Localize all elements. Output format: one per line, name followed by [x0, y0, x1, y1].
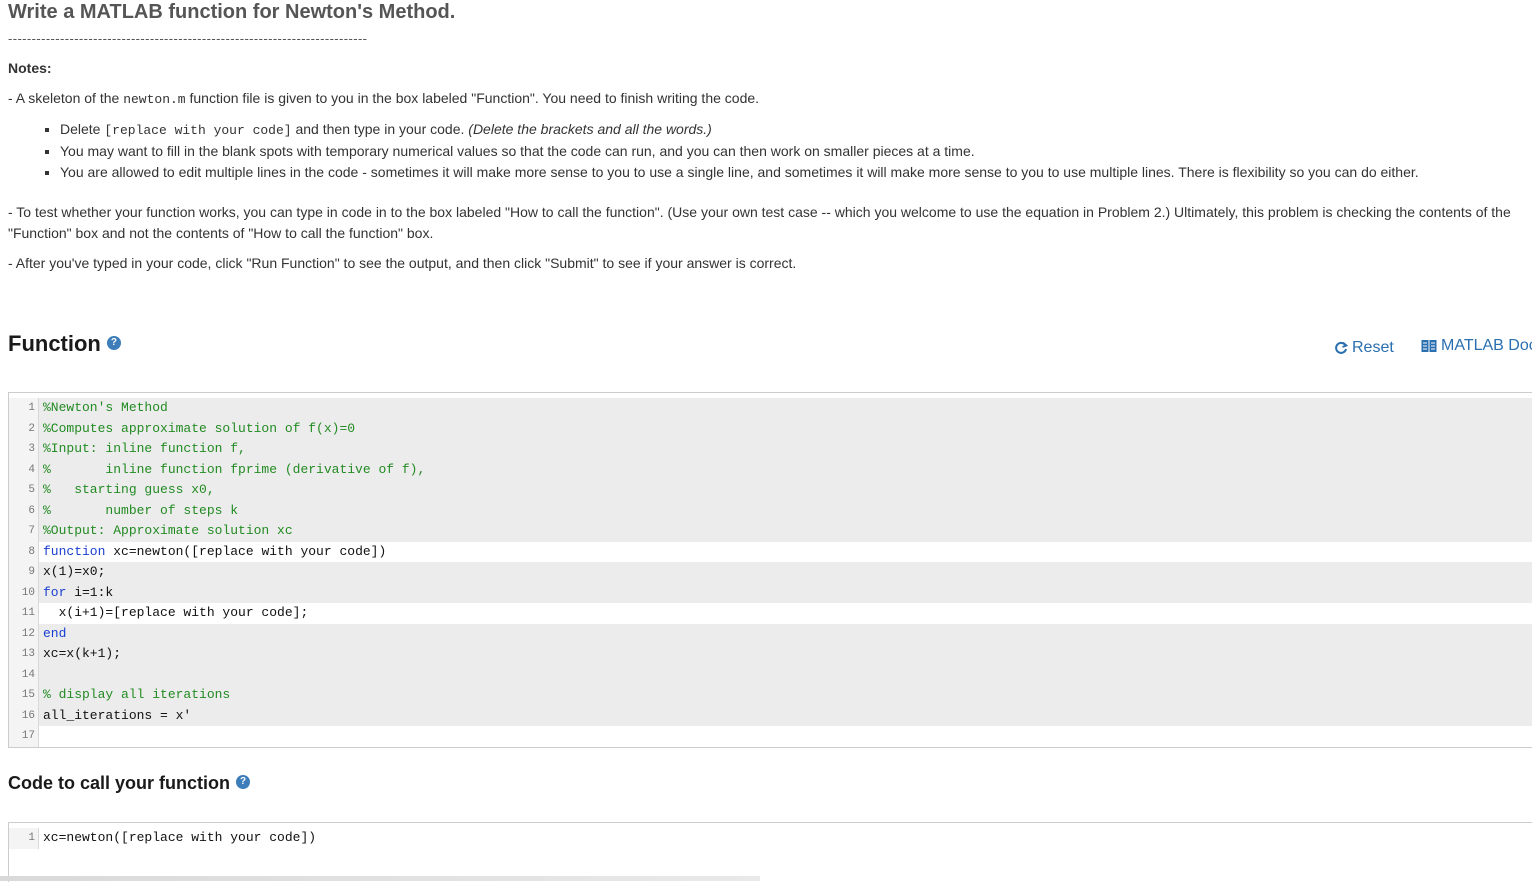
code-text: % starting guess x0,: [39, 480, 1532, 501]
code-content: xc=newton([replace with your code]): [43, 830, 317, 845]
code-text: % number of steps k: [39, 501, 1532, 522]
line-number: 1: [9, 828, 39, 849]
title-divider: ----------------------------------------…: [8, 31, 368, 46]
code-line: 10 for i=1:k: [9, 582, 1532, 604]
matlab-doc-button[interactable]: MATLAB Doc: [1421, 337, 1532, 355]
code-text: end: [39, 624, 1532, 645]
code-line: 9 x(1)=x0;: [9, 562, 1532, 583]
code-text: %Computes approximate solution of f(x)=0: [39, 419, 1532, 440]
code-line: 5 % starting guess x0,: [9, 480, 1532, 501]
code-content: all_iterations = x': [43, 707, 192, 723]
code-content: xc=newton([replace with your code]): [105, 543, 387, 559]
code-content: % starting guess x0,: [43, 482, 215, 497]
code-line: 6% number of steps k: [9, 500, 1532, 522]
code-content: xc=x(k+1);: [43, 646, 122, 661]
bullet-item: You may want to fill in the blank spots …: [60, 141, 1419, 162]
code-text: %Newton's Method: [39, 398, 1532, 419]
book-icon: [1421, 340, 1437, 352]
line-number: 6: [9, 500, 39, 521]
note-bullets: Delete [replace with your code] and then…: [38, 119, 1419, 183]
line-number: 4: [9, 459, 39, 480]
code-line[interactable]: 17: [9, 726, 1532, 747]
code-text: x(1)=x0;: [39, 562, 1532, 583]
keyword: function: [43, 543, 106, 559]
code-line: 13 xc=x(k+1);: [9, 644, 1532, 665]
notes-label: Notes:: [8, 60, 52, 76]
code-text[interactable]: [39, 726, 1532, 747]
code-content: % inline function fprime (derivative of …: [43, 461, 426, 477]
call-section-title: Code to call your function?: [8, 773, 251, 794]
question-circle-icon[interactable]: ?: [236, 775, 251, 790]
keyword: end: [43, 625, 67, 641]
code-line[interactable]: 1 xc=newton([replace with your code]): [9, 828, 1532, 849]
line-number: 15: [9, 685, 39, 706]
code-text: %Output: Approximate solution xc: [39, 521, 1532, 542]
note-paragraph-1: - A skeleton of the newton.m function fi…: [8, 90, 760, 107]
code-content: x(1)=x0;: [43, 564, 106, 579]
call-code-editor[interactable]: 1 xc=newton([replace with your code]): [8, 822, 1532, 882]
code-line: 15 % display all iterations: [9, 685, 1532, 706]
problem-title: Write a MATLAB function for Newton's Met…: [8, 1, 456, 23]
code-content: %Newton's Method: [43, 400, 168, 415]
code-text: % display all iterations: [39, 685, 1532, 706]
code-content: % number of steps k: [43, 502, 239, 518]
code-line: 12 end: [9, 623, 1532, 645]
code-text[interactable]: x(i+1)=[replace with your code];: [39, 603, 1532, 624]
code-content: x(i+1)=[replace with your code];: [43, 605, 309, 620]
line-number: 7: [9, 521, 39, 542]
line-number: 16: [9, 705, 39, 726]
function-section-title: Function?: [8, 331, 121, 357]
code-content: % display all iterations: [43, 687, 231, 702]
code-text[interactable]: function xc=newton([replace with your co…: [39, 542, 1532, 563]
code-line: 16 all_iterations = x': [9, 705, 1532, 727]
code-text: for i=1:k: [39, 583, 1532, 604]
line-number: 12: [9, 623, 39, 644]
scrollbar-track: [0, 876, 760, 881]
line-number: 13: [9, 644, 39, 665]
line-number: 3: [9, 439, 39, 460]
line-number: 9: [9, 562, 39, 583]
code-content: %Input: inline function f,: [43, 441, 246, 456]
line-number: 11: [9, 603, 39, 624]
code-line: 3 %Input: inline function f,: [9, 439, 1532, 460]
code-line: 7 %Output: Approximate solution xc: [9, 521, 1532, 542]
bullet-item: Delete [replace with your code] and then…: [60, 119, 1419, 141]
code-line: 14: [9, 664, 1532, 686]
line-number: 2: [9, 418, 39, 439]
code-line[interactable]: 8 function xc=newton([replace with your c…: [9, 541, 1532, 563]
bullet-item: You are allowed to edit multiple lines i…: [60, 162, 1419, 183]
line-number: 1: [9, 398, 39, 419]
code-text: %Input: inline function f,: [39, 439, 1532, 460]
code-text: all_iterations = x': [39, 706, 1532, 727]
note-paragraph-2: - To test whether your function works, y…: [8, 204, 1511, 241]
line-number: 8: [9, 541, 39, 562]
line-number: 17: [9, 726, 39, 747]
code-line: 2 %Computes approximate solution of f(x)=…: [9, 418, 1532, 440]
code-content: %Computes approximate solution of f(x)=0: [43, 420, 356, 436]
code-line: 1 %Newton's Method: [9, 398, 1532, 419]
code-text: % inline function fprime (derivative of …: [39, 460, 1532, 481]
reset-icon: [1335, 341, 1349, 354]
file-name: newton.m: [123, 92, 186, 107]
note-paragraph-3: - After you've typed in your code, click…: [8, 255, 797, 271]
line-number: 14: [9, 664, 39, 685]
reset-button[interactable]: Reset: [1334, 339, 1394, 357]
code-line: 4% inline function fprime (derivative of…: [9, 459, 1532, 481]
code-content: i=1:k: [66, 584, 114, 600]
code-text: xc=x(k+1);: [39, 644, 1532, 665]
code-line[interactable]: 11 x(i+1)=[replace with your code];: [9, 603, 1532, 624]
function-code-editor[interactable]: 1 %Newton's Method 2 %Computes approximate …: [8, 392, 1532, 748]
keyword: for: [43, 584, 67, 600]
line-number: 10: [9, 582, 39, 603]
inline-code: [replace with your code]: [104, 123, 292, 138]
code-text[interactable]: xc=newton([replace with your code]): [39, 828, 1532, 849]
line-number: 5: [9, 480, 39, 501]
question-circle-icon[interactable]: ?: [106, 336, 121, 351]
code-content: %Output: Approximate solution xc: [43, 523, 293, 538]
